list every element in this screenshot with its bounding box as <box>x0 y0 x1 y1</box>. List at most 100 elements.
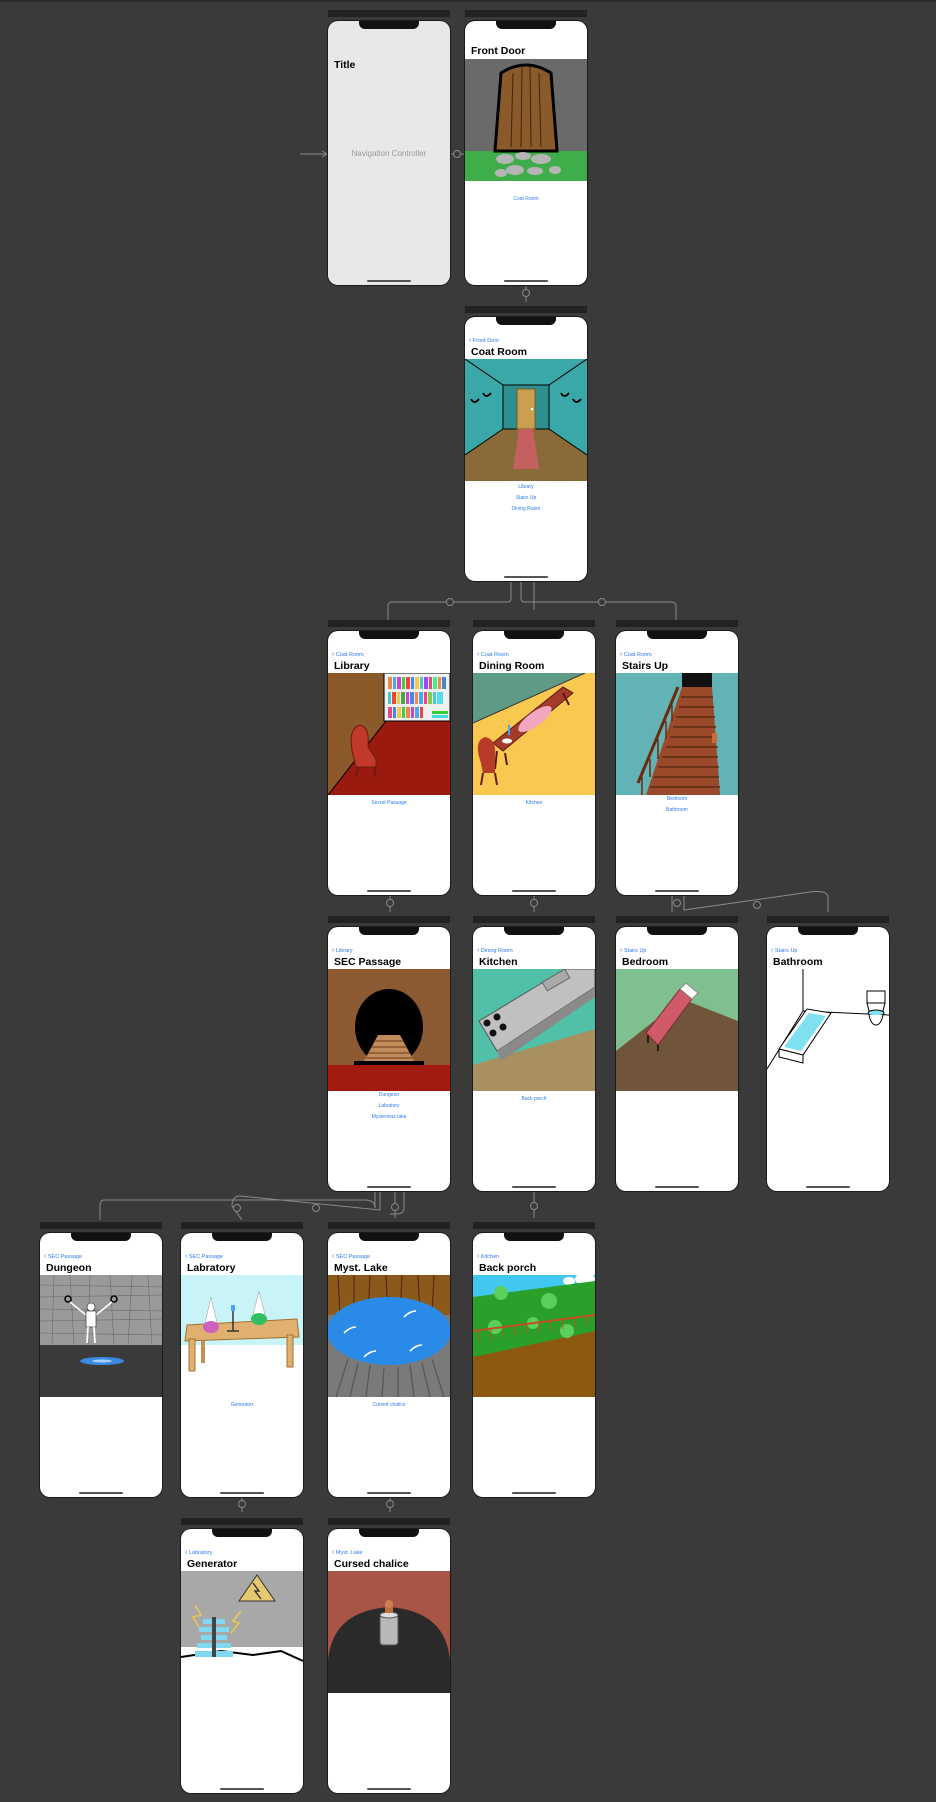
back-button[interactable]: ‹ Front Door <box>469 337 499 344</box>
generator-image <box>181 1571 303 1693</box>
home-indicator <box>79 1492 123 1494</box>
chevron-left-icon: ‹ <box>477 947 480 954</box>
home-indicator <box>220 1492 264 1494</box>
scene-dock <box>473 916 595 923</box>
chevron-left-icon: ‹ <box>477 651 480 658</box>
back-button[interactable]: ‹ Coat Room <box>620 651 652 658</box>
scene-title: Dining Room <box>479 660 545 672</box>
device-frame: ‹ SEC Passage Dungeon <box>40 1233 162 1497</box>
generator-button[interactable]: Generator <box>181 1400 303 1411</box>
device-notch <box>212 1233 272 1241</box>
scene-dock <box>328 10 450 17</box>
home-indicator <box>504 576 548 578</box>
device-notch <box>359 927 419 935</box>
device-notch <box>359 1529 419 1537</box>
dungeon-button[interactable]: Dungeon <box>328 1090 450 1101</box>
back-button[interactable]: ‹ Dining Room <box>477 947 513 954</box>
scene-dock <box>616 916 738 923</box>
device-notch <box>71 1233 131 1241</box>
device-frame: Title Navigation Controller <box>328 21 450 285</box>
chevron-left-icon: ‹ <box>44 1253 47 1260</box>
home-indicator <box>655 890 699 892</box>
device-notch <box>504 631 564 639</box>
home-indicator <box>367 1788 411 1790</box>
bathroom-button[interactable]: Bathroom <box>616 805 738 816</box>
back-button[interactable]: ‹ Kitchen <box>477 1253 499 1260</box>
device-frame: ‹ SEC Passage Myst. Lake Cursed chalice <box>328 1233 450 1497</box>
button-list: Back porch <box>473 1094 595 1105</box>
device-frame: Front Door Coat Room <box>465 21 587 285</box>
storyboard-canvas[interactable]: Title Navigation Controller Front Door C… <box>0 0 936 1802</box>
back-button[interactable]: ‹ Coat Room <box>332 651 364 658</box>
back-label: Kitchen <box>480 1254 500 1260</box>
stairs-up-button[interactable]: Stairs Up <box>465 493 587 504</box>
scene-dock <box>328 1518 450 1525</box>
scene-title: Cursed chalice <box>334 1558 409 1570</box>
navigation-controller-label: Navigation Controller <box>351 149 427 158</box>
bathroom-image <box>767 969 889 1091</box>
kitchen-button[interactable]: Kitchen <box>473 798 595 809</box>
home-indicator <box>220 1788 264 1790</box>
button-list: Generator <box>181 1400 303 1411</box>
home-indicator <box>504 280 548 282</box>
device-notch <box>359 1233 419 1241</box>
back-label: Myst. Lake <box>335 1550 363 1556</box>
chevron-left-icon: ‹ <box>469 337 472 344</box>
home-indicator <box>367 1186 411 1188</box>
coat-room-button[interactable]: Coat Room <box>465 194 587 205</box>
scene-dock <box>473 620 595 627</box>
coat-room-image <box>465 359 587 481</box>
labratory-image <box>181 1275 303 1397</box>
scene-title: Coat Room <box>471 346 527 358</box>
device-frame: ‹ Kitchen Back porch <box>473 1233 595 1497</box>
chevron-left-icon: ‹ <box>332 1549 335 1556</box>
back-porch-button[interactable]: Back porch <box>473 1094 595 1105</box>
library-image <box>328 673 450 795</box>
back-label: SEC Passage <box>188 1254 224 1260</box>
scene-title: Generator <box>187 1558 238 1570</box>
scene-title: Title <box>334 59 356 71</box>
back-label: Coat Room <box>480 652 509 658</box>
back-button[interactable]: ‹ Library <box>332 947 353 954</box>
scene-title: SEC Passage <box>334 956 402 968</box>
device-notch <box>504 1233 564 1241</box>
home-indicator <box>806 1186 850 1188</box>
back-button[interactable]: ‹ Stairs Up <box>771 947 798 954</box>
back-label: SEC Passage <box>47 1254 83 1260</box>
bedroom-image <box>616 969 738 1091</box>
back-button[interactable]: ‹ Labratory <box>185 1549 212 1556</box>
back-button[interactable]: ‹ Myst. Lake <box>332 1549 362 1556</box>
device-frame: ‹ Front Door Coat Room Library Stairs Up… <box>465 317 587 581</box>
back-label: Coat Room <box>335 652 364 658</box>
sec-passage-image <box>328 969 450 1091</box>
back-button[interactable]: ‹ Stairs Up <box>620 947 647 954</box>
scene-dock <box>465 10 587 17</box>
scene-dock <box>181 1518 303 1525</box>
library-button[interactable]: Library <box>465 482 587 493</box>
chevron-left-icon: ‹ <box>620 947 623 954</box>
device-notch <box>359 21 419 29</box>
scene-title: Back porch <box>479 1262 537 1274</box>
device-frame: ‹ Dining Room Kitchen Back porch <box>473 927 595 1191</box>
device-notch <box>496 317 556 325</box>
home-indicator <box>367 280 411 282</box>
device-frame: ‹ Stairs Up Bedroom <box>616 927 738 1191</box>
back-button[interactable]: ‹ SEC Passage <box>185 1253 223 1260</box>
home-indicator <box>367 1492 411 1494</box>
scene-title: Bedroom <box>622 956 669 968</box>
back-button[interactable]: ‹ SEC Passage <box>332 1253 370 1260</box>
bedroom-button[interactable]: Bedroom <box>616 794 738 805</box>
secret-passage-button[interactable]: Secret Passage <box>328 798 450 809</box>
device-frame: ‹ Stairs Up Bathroom <box>767 927 889 1191</box>
mysterious-lake-button[interactable]: Mysterious lake <box>328 1112 450 1123</box>
button-list: Dungeon Labratory Mysterious lake <box>328 1090 450 1123</box>
button-list: Kitchen <box>473 798 595 809</box>
back-button[interactable]: ‹ SEC Passage <box>44 1253 82 1260</box>
scene-title: Stairs Up <box>622 660 669 672</box>
chevron-left-icon: ‹ <box>332 1253 335 1260</box>
labratory-button[interactable]: Labratory <box>328 1101 450 1112</box>
dining-room-button[interactable]: Dining Room <box>465 504 587 515</box>
back-button[interactable]: ‹ Coat Room <box>477 651 509 658</box>
cursed-chalice-button[interactable]: Cursed chalice <box>328 1400 450 1411</box>
button-list: Secret Passage <box>328 798 450 809</box>
